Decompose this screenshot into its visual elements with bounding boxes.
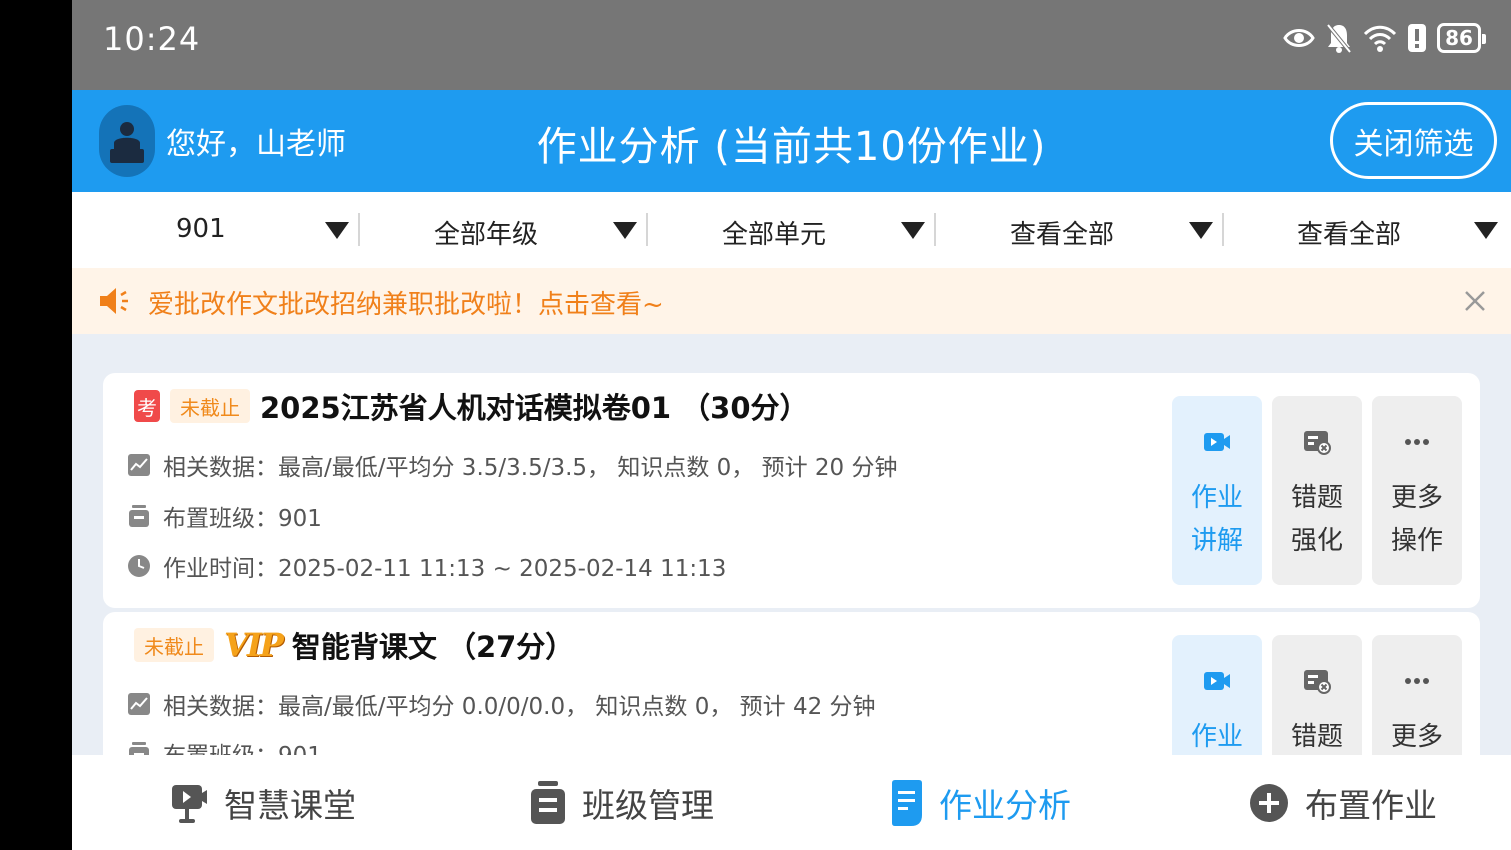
- assignment-title: 智能背课文 （27分）: [291, 630, 575, 664]
- dropdown-arrow-icon: [1189, 222, 1213, 239]
- action-label: 更多 操作: [1387, 477, 1447, 563]
- assignment-stats-row: 相关数据：最高/最低/平均分 3.5/3.5/3.5， 知识点数 0， 预计 2…: [127, 448, 898, 482]
- status-bar: 10:24 86: [72, 0, 1511, 90]
- notice-text: 爱批改作文批改招纳兼职批改啦！点击查看~: [148, 290, 664, 320]
- assignment-class: 布置班级：901: [163, 506, 322, 532]
- classroom-icon: [172, 785, 207, 823]
- action-label-line: 更多: [1390, 722, 1443, 752]
- action-label-line: 作业: [1190, 483, 1243, 513]
- assignment-class-row: 布置班级：901: [127, 499, 322, 533]
- filter-label: 全部年级: [434, 220, 539, 250]
- action-label-line: 更多: [1390, 483, 1443, 513]
- action-label-line: 强化: [1290, 526, 1343, 556]
- wrong-question-icon: [1304, 431, 1331, 455]
- mute-bell-icon: [1326, 23, 1352, 54]
- vip-badge: VIP: [224, 626, 284, 664]
- filter-view-select[interactable]: 查看全部: [936, 192, 1223, 268]
- wifi-icon: [1363, 25, 1397, 52]
- dropdown-arrow-icon: [901, 222, 925, 239]
- close-filter-button[interactable]: 关闭筛选: [1330, 102, 1497, 179]
- alert-icon: [1408, 24, 1426, 52]
- speaker-icon: [100, 288, 128, 314]
- chart-icon: [128, 693, 150, 715]
- class-icon: [129, 505, 149, 527]
- filter-bar: 901 全部年级 全部单元 查看全部 查看全部: [72, 192, 1511, 268]
- assignment-title: 2025江苏省人机对话模拟卷01 （30分）: [260, 391, 809, 425]
- nav-homework-analysis[interactable]: 作业分析: [891, 777, 1071, 829]
- nav-label: 作业分析: [939, 786, 1071, 825]
- dropdown-arrow-icon: [613, 222, 637, 239]
- nav-label: 智慧课堂: [224, 786, 356, 825]
- action-label-line: 错题: [1290, 483, 1343, 513]
- filter-label: 901: [176, 214, 226, 244]
- filter-grade-select[interactable]: 全部年级: [360, 192, 647, 268]
- assignment-stats-row: 相关数据：最高/最低/平均分 0.0/0/0.0， 知识点数 0， 预计 42 …: [127, 687, 876, 721]
- notice-banner[interactable]: 爱批改作文批改招纳兼职批改啦！点击查看~: [72, 268, 1511, 334]
- action-label: 更多: [1387, 716, 1447, 759]
- chart-icon: [128, 454, 150, 476]
- assignment-title-row: 考 未截止 2025江苏省人机对话模拟卷01 （30分）: [134, 386, 809, 426]
- dropdown-arrow-icon: [325, 222, 349, 239]
- more-icon: [1405, 678, 1429, 684]
- app-screen: 10:24 86 您好，山老师 作业分析 (当前共10份作业) 关闭筛选 901…: [72, 0, 1511, 850]
- app-header: 您好，山老师 作业分析 (当前共10份作业) 关闭筛选: [72, 90, 1511, 192]
- dropdown-arrow-icon: [1474, 222, 1498, 239]
- clock-icon: [128, 555, 150, 577]
- filter-unit-select[interactable]: 全部单元: [648, 192, 935, 268]
- filter-label: 全部单元: [722, 220, 827, 250]
- reinforce-wrong-questions-button[interactable]: 错题 强化: [1272, 396, 1362, 585]
- filter-status-select[interactable]: 查看全部: [1224, 192, 1511, 268]
- nav-assign-homework[interactable]: 布置作业: [1249, 777, 1437, 829]
- assignment-time: 作业时间：2025-02-11 11:13 ~ 2025-02-14 11:13: [163, 556, 727, 582]
- assignment-title-row: 未截止 VIP 智能背课文 （27分）: [134, 625, 574, 665]
- action-label: 作业: [1187, 716, 1247, 759]
- status-time: 10:24: [103, 20, 201, 58]
- nav-smart-classroom[interactable]: 智慧课堂: [170, 777, 356, 829]
- status-icons: 86: [1283, 22, 1486, 54]
- action-label-line: 操作: [1390, 526, 1443, 556]
- assignment-time-row: 作业时间：2025-02-11 11:13 ~ 2025-02-14 11:13: [127, 549, 726, 583]
- class-management-icon: [531, 781, 565, 824]
- homework-analysis-icon: [892, 780, 922, 826]
- video-icon: [1204, 433, 1230, 451]
- nav-class-management[interactable]: 班级管理: [530, 777, 714, 829]
- action-label-line: 错题: [1290, 722, 1343, 752]
- action-label: 作业 讲解: [1187, 477, 1247, 563]
- assignment-stats: 相关数据：最高/最低/平均分 0.0/0/0.0， 知识点数 0， 预计 42 …: [163, 694, 876, 720]
- filter-class-select[interactable]: 901: [72, 192, 359, 268]
- battery-icon: 86: [1437, 23, 1486, 53]
- status-badge: 未截止: [134, 628, 214, 662]
- filter-label: 查看全部: [1010, 220, 1115, 250]
- filter-label: 查看全部: [1297, 220, 1402, 250]
- close-icon[interactable]: [1459, 285, 1491, 317]
- add-homework-icon: [1250, 784, 1288, 822]
- action-label-line: 讲解: [1190, 526, 1243, 556]
- nav-label: 布置作业: [1305, 786, 1437, 825]
- assignment-card[interactable]: 考 未截止 2025江苏省人机对话模拟卷01 （30分） 相关数据：最高/最低/…: [103, 373, 1480, 608]
- wrong-question-icon: [1304, 670, 1331, 694]
- more-icon: [1405, 439, 1429, 445]
- exam-tag: 考: [134, 390, 160, 422]
- video-icon: [1204, 672, 1230, 690]
- nav-label: 班级管理: [582, 786, 714, 825]
- action-label: 错题: [1287, 716, 1347, 759]
- eye-icon: [1283, 29, 1315, 47]
- action-label: 错题 强化: [1287, 477, 1347, 563]
- action-label-line: 作业: [1190, 722, 1243, 752]
- page-title: 作业分析 (当前共10份作业): [536, 124, 1047, 170]
- more-actions-button[interactable]: 更多 操作: [1372, 396, 1462, 585]
- status-badge: 未截止: [170, 389, 250, 423]
- bottom-navigation: 智慧课堂 班级管理 作业分析 布置作业: [72, 755, 1511, 850]
- explain-homework-button[interactable]: 作业 讲解: [1172, 396, 1262, 585]
- assignment-stats: 相关数据：最高/最低/平均分 3.5/3.5/3.5， 知识点数 0， 预计 2…: [163, 455, 898, 481]
